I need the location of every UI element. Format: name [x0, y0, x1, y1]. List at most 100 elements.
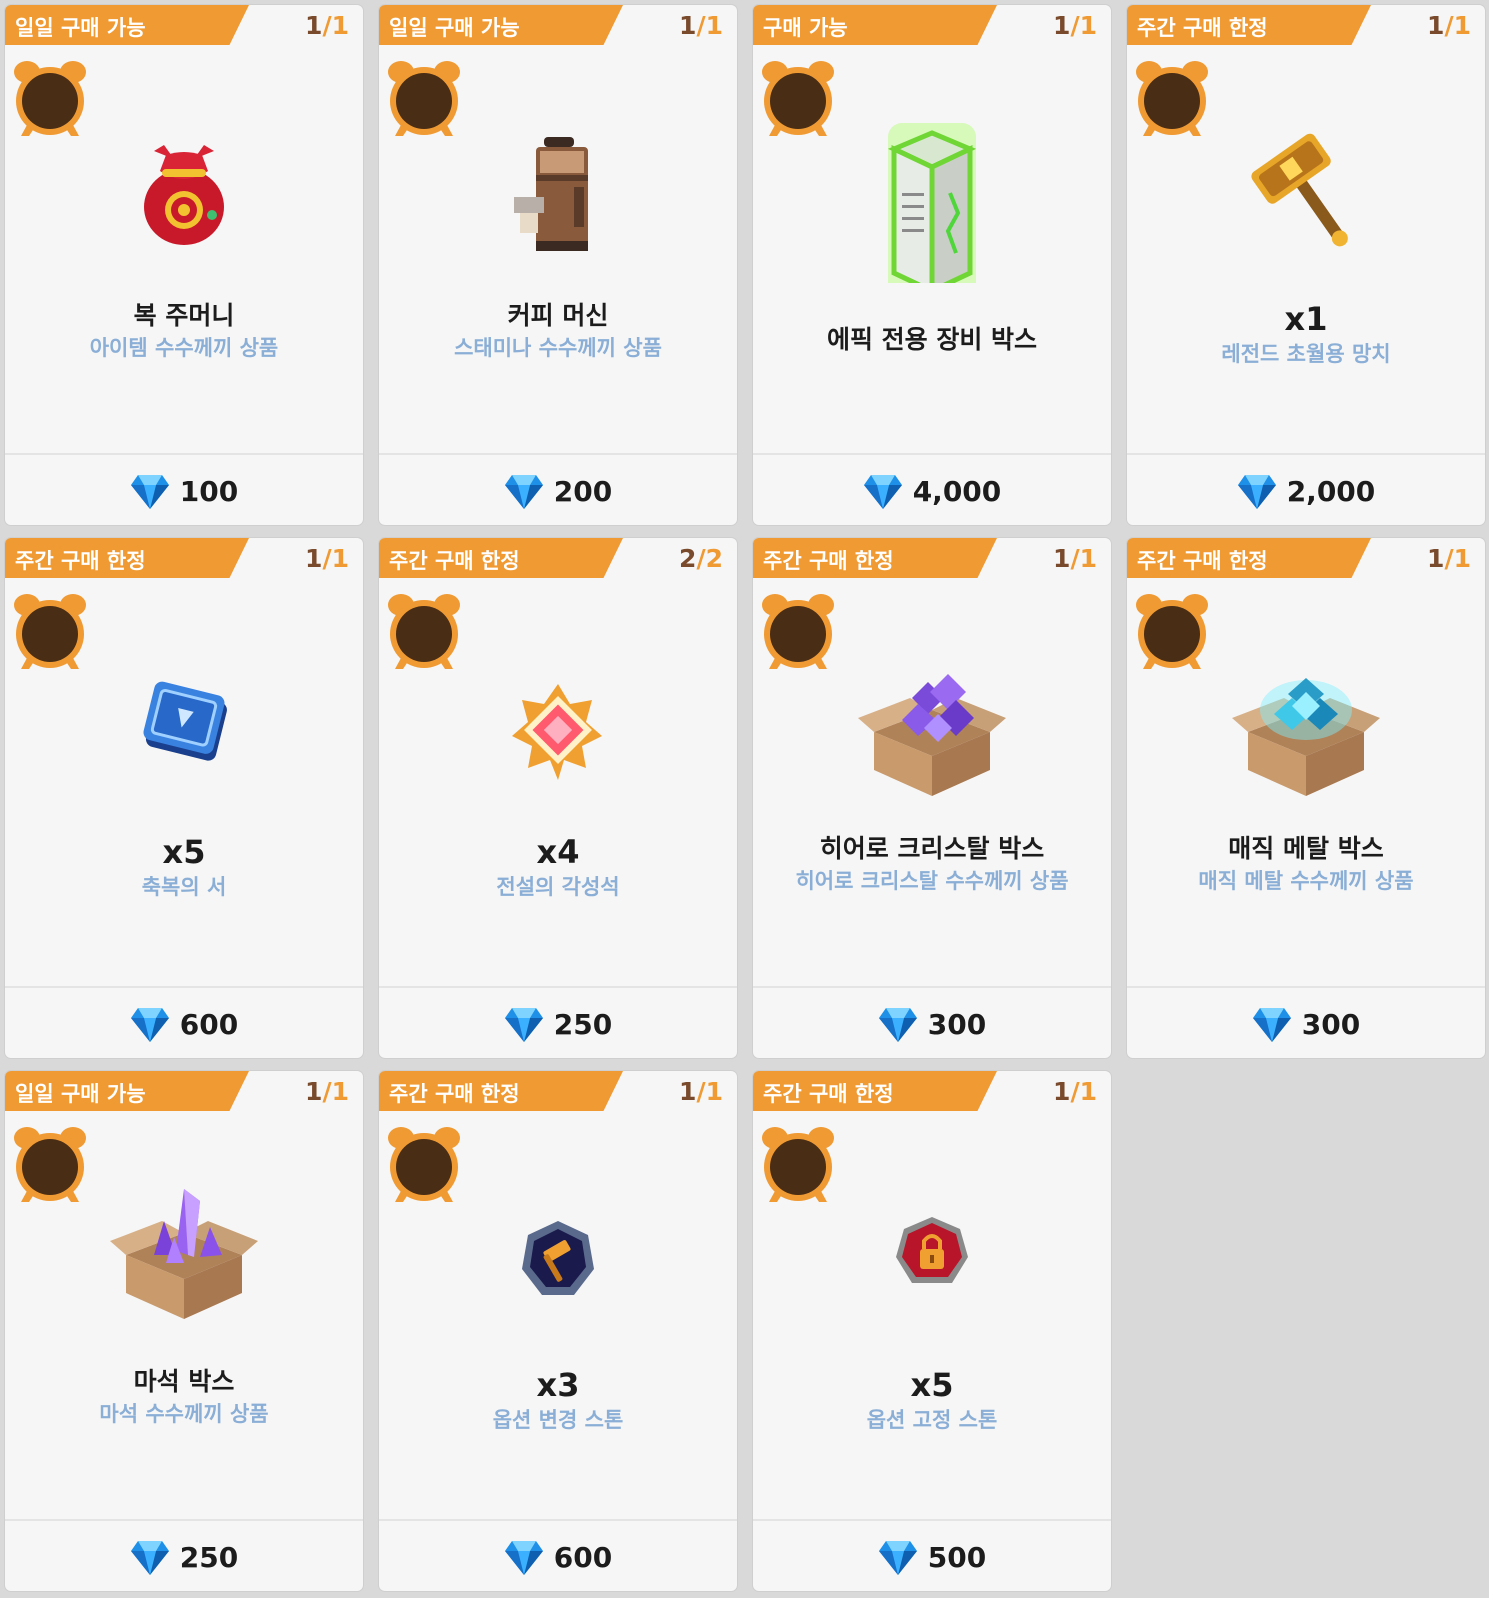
purchase-limit: 1/1 [679, 11, 723, 40]
purchase-type-label: 주간 구매 한정 [1137, 16, 1268, 40]
price-button[interactable]: 100 [5, 461, 363, 521]
purple-crystal-box-icon [858, 674, 1006, 796]
shop-item-card[interactable]: 주간 구매 한정 1/1 히어로 크리스탈 박스 히어로 크리스탈 수수께끼 상… [753, 538, 1111, 1058]
alarm-clock-icon [762, 1127, 834, 1202]
price-button[interactable]: 4,000 [753, 461, 1111, 521]
price-value: 250 [179, 1540, 239, 1574]
item-title: 매직 메탈 박스 [1228, 834, 1384, 863]
purchase-limit: 1/1 [1053, 1077, 1097, 1106]
item-text: 복 주머니 아이템 수수께끼 상품 [5, 299, 363, 363]
blue-book-icon [143, 681, 227, 761]
item-subtitle: 아이템 수수께끼 상품 [89, 336, 279, 360]
purchase-limit: 1/1 [1427, 544, 1471, 573]
purchase-type-label: 주간 구매 한정 [15, 549, 146, 573]
divider [5, 1519, 363, 1521]
item-subtitle: 옵션 변경 스톤 [492, 1408, 624, 1432]
shop-grid: 일일 구매 가능 1/1 복 주머니 아이템 수수께끼 상품 100 일일 구매… [5, 5, 1485, 1591]
purchase-type-label: 구매 가능 [763, 16, 848, 40]
blue-diamond-gem-icon [130, 475, 169, 509]
purchase-type-label: 주간 구매 한정 [389, 1082, 520, 1106]
item-text: x4 전설의 각성석 [379, 832, 737, 902]
divider [5, 453, 363, 455]
price-button[interactable]: 500 [753, 1527, 1111, 1587]
shop-item-card[interactable]: 주간 구매 한정 1/1 매직 메탈 박스 매직 메탈 수수께끼 상품 300 [1127, 538, 1485, 1058]
blue-diamond-gem-icon [504, 1008, 543, 1042]
price-value: 500 [927, 1540, 987, 1574]
purchase-limit: 1/1 [305, 11, 349, 40]
item-subtitle: 스태미나 수수께끼 상품 [454, 336, 662, 360]
shop-item-card[interactable]: 구매 가능 1/1 에픽 전용 장비 박스 4,000 [753, 5, 1111, 525]
divider [1127, 453, 1485, 455]
shop-item-card[interactable]: 일일 구매 가능 1/1 커피 머신 스태미나 수수께끼 상품 200 [379, 5, 737, 525]
purchase-limit: 1/1 [1053, 11, 1097, 40]
alarm-clock-icon [388, 61, 460, 136]
price-value: 4,000 [912, 474, 1002, 508]
purchase-limit: 1/1 [679, 1077, 723, 1106]
purchase-type-label: 일일 구매 가능 [15, 1082, 146, 1106]
legendary-awakening-stone-icon [512, 684, 602, 780]
price-value: 600 [179, 1007, 239, 1041]
blue-diamond-gem-icon [504, 1541, 543, 1575]
item-subtitle: 전설의 각성석 [496, 875, 620, 899]
purchase-type-label: 일일 구매 가능 [389, 16, 520, 40]
item-text: 커피 머신 스태미나 수수께끼 상품 [379, 299, 737, 363]
shop-item-card[interactable]: 일일 구매 가능 1/1 마석 박스 마석 수수께끼 상품 250 [5, 1071, 363, 1591]
alarm-clock-icon [762, 61, 834, 136]
divider [379, 986, 737, 988]
alarm-clock-icon [14, 61, 86, 136]
golden-hammer-icon [1251, 133, 1348, 247]
item-subtitle: 마석 수수께끼 상품 [99, 1402, 269, 1426]
price-button[interactable]: 250 [5, 1527, 363, 1587]
purchase-type-label: 주간 구매 한정 [389, 549, 520, 573]
item-text: 마석 박스 마석 수수께끼 상품 [5, 1365, 363, 1429]
divider [753, 1519, 1111, 1521]
divider [379, 453, 737, 455]
blue-diamond-gem-icon [878, 1541, 917, 1575]
purchase-type-label: 일일 구매 가능 [15, 16, 146, 40]
item-text: 히어로 크리스탈 박스 히어로 크리스탈 수수께끼 상품 [753, 832, 1111, 896]
item-text: x1 레전드 초월용 망치 [1127, 299, 1485, 369]
item-text: 매직 메탈 박스 매직 메탈 수수께끼 상품 [1127, 832, 1485, 896]
alarm-clock-icon [388, 594, 460, 669]
blue-diamond-gem-icon [504, 475, 543, 509]
shop-item-card[interactable]: 주간 구매 한정 1/1 x5 축복의 서 600 [5, 538, 363, 1058]
item-text: x5 옵션 고정 스톤 [753, 1365, 1111, 1435]
price-button[interactable]: 200 [379, 461, 737, 521]
shop-item-card[interactable]: 일일 구매 가능 1/1 복 주머니 아이템 수수께끼 상품 100 [5, 5, 363, 525]
alarm-clock-icon [1136, 594, 1208, 669]
blue-diamond-gem-icon [1252, 1008, 1291, 1042]
price-button[interactable]: 250 [379, 994, 737, 1054]
price-button[interactable]: 2,000 [1127, 461, 1485, 521]
magic-stone-box-icon [110, 1189, 258, 1319]
divider [1127, 986, 1485, 988]
item-text: x5 축복의 서 [5, 832, 363, 902]
divider [753, 453, 1111, 455]
price-button[interactable]: 600 [379, 1527, 737, 1587]
item-title: 히어로 크리스탈 박스 [819, 834, 1045, 863]
item-text: 에픽 전용 장비 박스 [753, 323, 1111, 357]
item-subtitle: 레전드 초월용 망치 [1221, 342, 1391, 366]
price-value: 300 [1301, 1007, 1361, 1041]
coffee-machine-icon [514, 137, 588, 251]
item-subtitle: 히어로 크리스탈 수수께끼 상품 [795, 869, 1069, 893]
alarm-clock-icon [388, 1127, 460, 1202]
item-quantity: x5 [910, 1366, 954, 1404]
purchase-type-label: 주간 구매 한정 [763, 549, 894, 573]
price-button[interactable]: 300 [753, 994, 1111, 1054]
item-subtitle: 축복의 서 [141, 875, 227, 899]
blue-diamond-gem-icon [130, 1008, 169, 1042]
shop-item-card[interactable]: 주간 구매 한정 2/2 x4 전설의 각성석 250 [379, 538, 737, 1058]
price-value: 300 [927, 1007, 987, 1041]
purchase-limit: 1/1 [1427, 11, 1471, 40]
divider [753, 986, 1111, 988]
price-button[interactable]: 600 [5, 994, 363, 1054]
item-subtitle: 매직 메탈 수수께끼 상품 [1198, 869, 1414, 893]
item-subtitle: 옵션 고정 스톤 [866, 1408, 998, 1432]
price-button[interactable]: 300 [1127, 994, 1485, 1054]
purchase-type-label: 주간 구매 한정 [1137, 549, 1268, 573]
shop-item-card[interactable]: 주간 구매 한정 1/1 x5 옵션 고정 스톤 500 [753, 1071, 1111, 1591]
shop-item-card[interactable]: 주간 구매 한정 1/1 x1 레전드 초월용 망치 2,000 [1127, 5, 1485, 525]
epic-equipment-box-icon [887, 123, 977, 283]
shop-item-card[interactable]: 주간 구매 한정 1/1 x3 옵션 변경 스톤 600 [379, 1071, 737, 1591]
price-value: 600 [553, 1540, 613, 1574]
